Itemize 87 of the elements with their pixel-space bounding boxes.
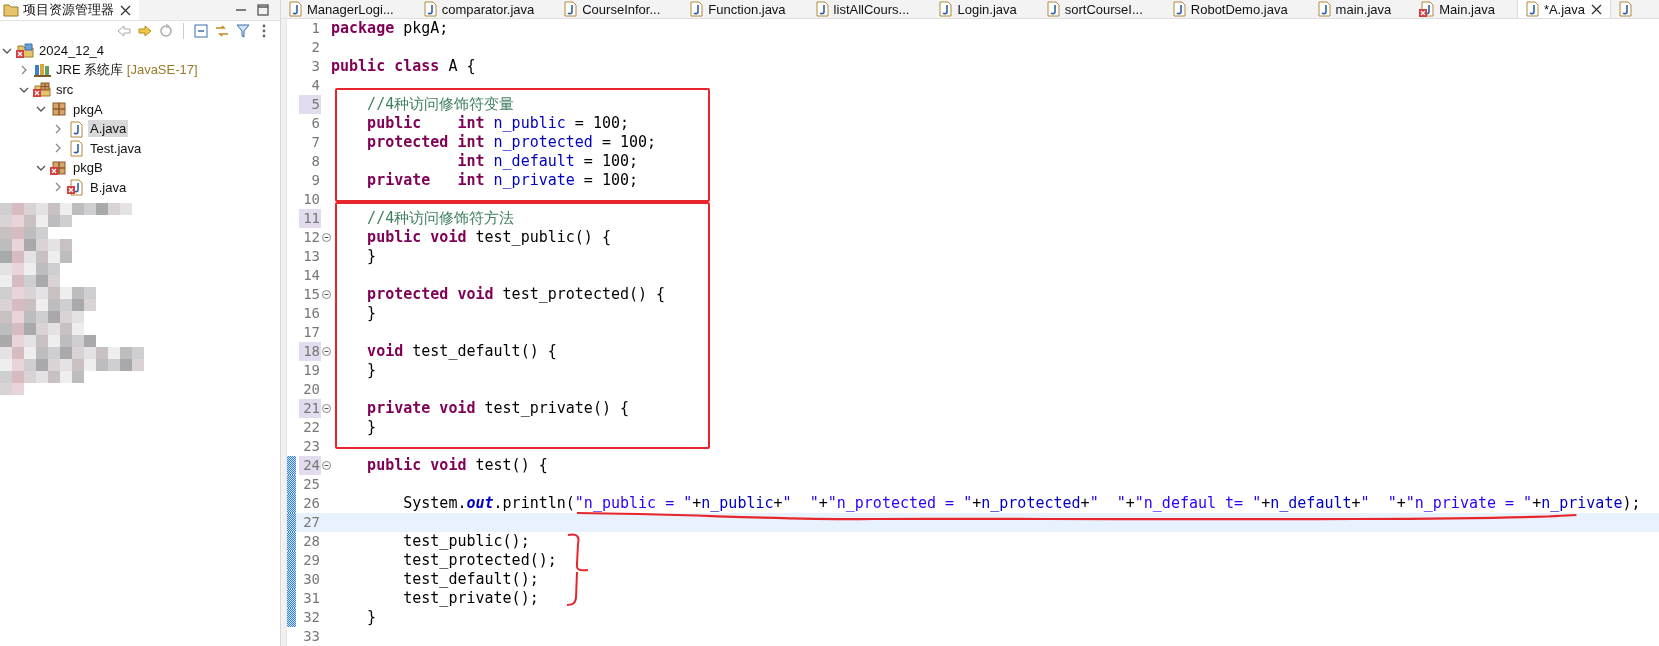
line-number: 24 [299, 456, 321, 475]
code-line: test_default(); [402, 570, 540, 589]
code-line: //4种访问修饰符方法 [366, 209, 516, 228]
editor-tab[interactable]: main.java [1309, 0, 1414, 18]
code-line: public class A { [331, 57, 477, 76]
line-number: 25 [302, 475, 321, 494]
fold-icon[interactable] [321, 461, 331, 470]
code-line: } [366, 608, 378, 627]
tree-item[interactable]: 2024_12_4 [37, 42, 107, 60]
tree-item[interactable]: JRE 系统库 [JavaSE-17] [54, 60, 200, 81]
collapse-all-icon[interactable] [193, 23, 209, 39]
line-number: 23 [302, 437, 321, 456]
editor-tab[interactable]: *A.java [1516, 0, 1612, 18]
line-number: 3 [310, 57, 321, 76]
code-line: int n_default = 100; [456, 152, 640, 171]
tree-item[interactable]: B.java [88, 178, 129, 196]
line-number: 19 [302, 361, 321, 380]
editor-tab[interactable]: sortCourseI... [1038, 0, 1165, 18]
code-line: test_protected(); [402, 551, 558, 570]
editor-tab[interactable]: RobotDemo.java [1164, 0, 1310, 18]
line-number: 32 [302, 608, 321, 627]
editor-tab[interactable]: Function.java [682, 0, 808, 18]
code-line: protected void test_protected() { [366, 285, 667, 304]
line-number: 5 [299, 95, 321, 114]
editor-tab[interactable]: Main.java [1413, 0, 1517, 18]
line-number: 27 [302, 513, 321, 532]
code-line: public void test() { [366, 456, 549, 475]
line-number: 21 [299, 399, 321, 418]
line-number: 22 [302, 418, 321, 437]
editor-tab[interactable]: CourseInfor... [556, 0, 683, 18]
line-number: 17 [302, 323, 321, 342]
code-line: private int n_private = 100; [366, 171, 640, 190]
code-line: test_public(); [402, 532, 531, 551]
fold-icon[interactable] [321, 290, 331, 299]
editor-tab[interactable]: comparator.java [415, 0, 557, 18]
code-line: public void test_public() { [366, 228, 612, 247]
forward-arrow-icon[interactable] [137, 23, 153, 39]
code-line: } [366, 361, 378, 380]
code-line: //4种访问修饰符变量 [366, 95, 516, 114]
tree-item[interactable]: pkgB [71, 159, 105, 177]
editor-tab[interactable]: Login.java [931, 0, 1039, 18]
line-number: 33 [302, 627, 321, 646]
code-line: System.out.println("n_public = "+n_public+" "+"n_protected = "+n_protected+" "+"n_defaul t= "+n_default+" "+"n_private = "+n_private); [402, 494, 1642, 513]
line-number: 1 [310, 19, 321, 38]
line-number: 6 [310, 114, 321, 133]
maximize-icon[interactable] [256, 3, 270, 17]
code-line: void test_default() { [366, 342, 558, 361]
fold-icon[interactable] [321, 404, 331, 413]
code-line: } [366, 304, 378, 323]
code-line: } [366, 418, 378, 437]
fold-icon[interactable] [321, 347, 331, 356]
code-line: public int n_public = 100; [366, 114, 631, 133]
line-number: 12 [302, 228, 321, 247]
code-line: private void test_private() { [366, 399, 631, 418]
fold-icon[interactable] [321, 233, 331, 242]
line-number: 13 [302, 247, 321, 266]
line-number: 28 [302, 532, 321, 551]
code-line: } [366, 247, 378, 266]
line-number: 18 [299, 342, 321, 361]
line-number: 11 [299, 209, 321, 228]
filter-icon[interactable] [235, 23, 251, 39]
line-number: 26 [302, 494, 321, 513]
tree-item[interactable]: A.java [88, 120, 129, 138]
line-number: 10 [302, 190, 321, 209]
line-number: 20 [302, 380, 321, 399]
code-line: package pkgA; [331, 19, 450, 38]
tree-item[interactable]: src [54, 81, 76, 99]
line-number: 29 [302, 551, 321, 570]
line-number: 31 [302, 589, 321, 608]
view-tab[interactable]: 项目资源管理器 [0, 0, 139, 20]
tree-item[interactable]: Test.java [88, 139, 144, 157]
line-number: 8 [310, 152, 321, 171]
line-number: 30 [302, 570, 321, 589]
code-line: protected int n_protected = 100; [366, 133, 658, 152]
line-number: 14 [302, 266, 321, 285]
tree-item[interactable]: pkgA [71, 100, 105, 118]
link-arrows-icon[interactable] [214, 23, 230, 39]
folder-icon [3, 2, 19, 18]
line-number: 4 [310, 76, 321, 95]
code-line: test_private(); [402, 589, 540, 608]
editor-tab[interactable]: ManagerLogi... [281, 0, 416, 18]
line-number: 2 [310, 38, 321, 57]
line-number: 7 [310, 133, 321, 152]
line-number: 15 [302, 285, 321, 304]
line-number: 9 [310, 171, 321, 190]
line-number: 16 [302, 304, 321, 323]
editor-tab[interactable]: listAllCours... [807, 0, 932, 18]
